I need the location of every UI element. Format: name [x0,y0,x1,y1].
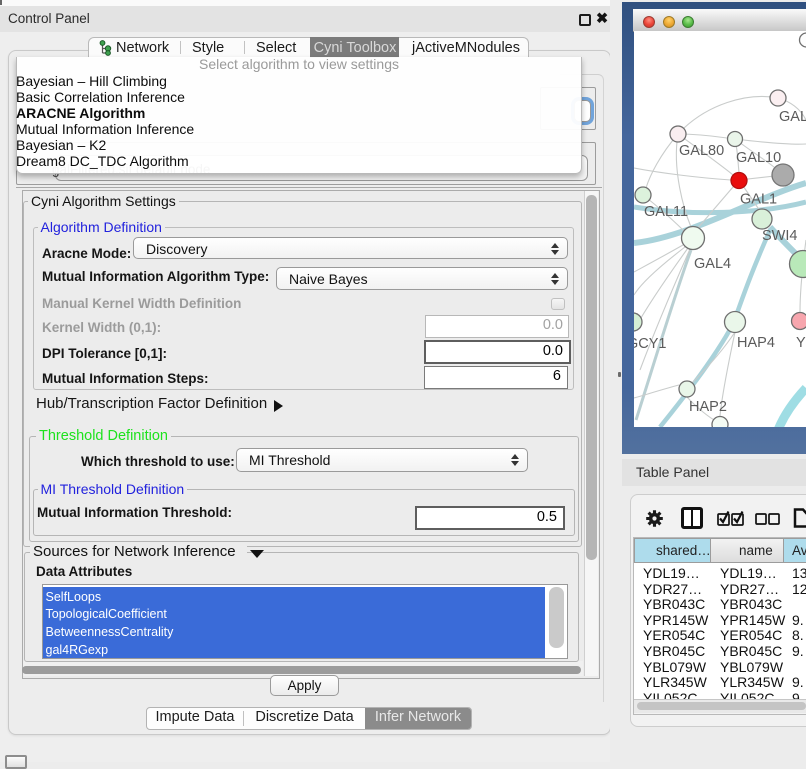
svg-text:GAL2: GAL2 [779,109,806,125]
svg-text:GAL11: GAL11 [644,204,688,220]
svg-text:GCY1: GCY1 [634,336,667,352]
svg-text:GAL4: GAL4 [694,256,731,272]
svg-text:SWI4: SWI4 [762,228,797,244]
svg-text:HAP2: HAP2 [689,399,727,415]
svg-text:GAL80: GAL80 [679,143,724,159]
svg-text:Y: Y [796,335,806,351]
svg-text:HAP4: HAP4 [737,335,775,351]
svg-text:GAL1: GAL1 [740,192,777,208]
svg-text:GAL10: GAL10 [736,150,781,166]
